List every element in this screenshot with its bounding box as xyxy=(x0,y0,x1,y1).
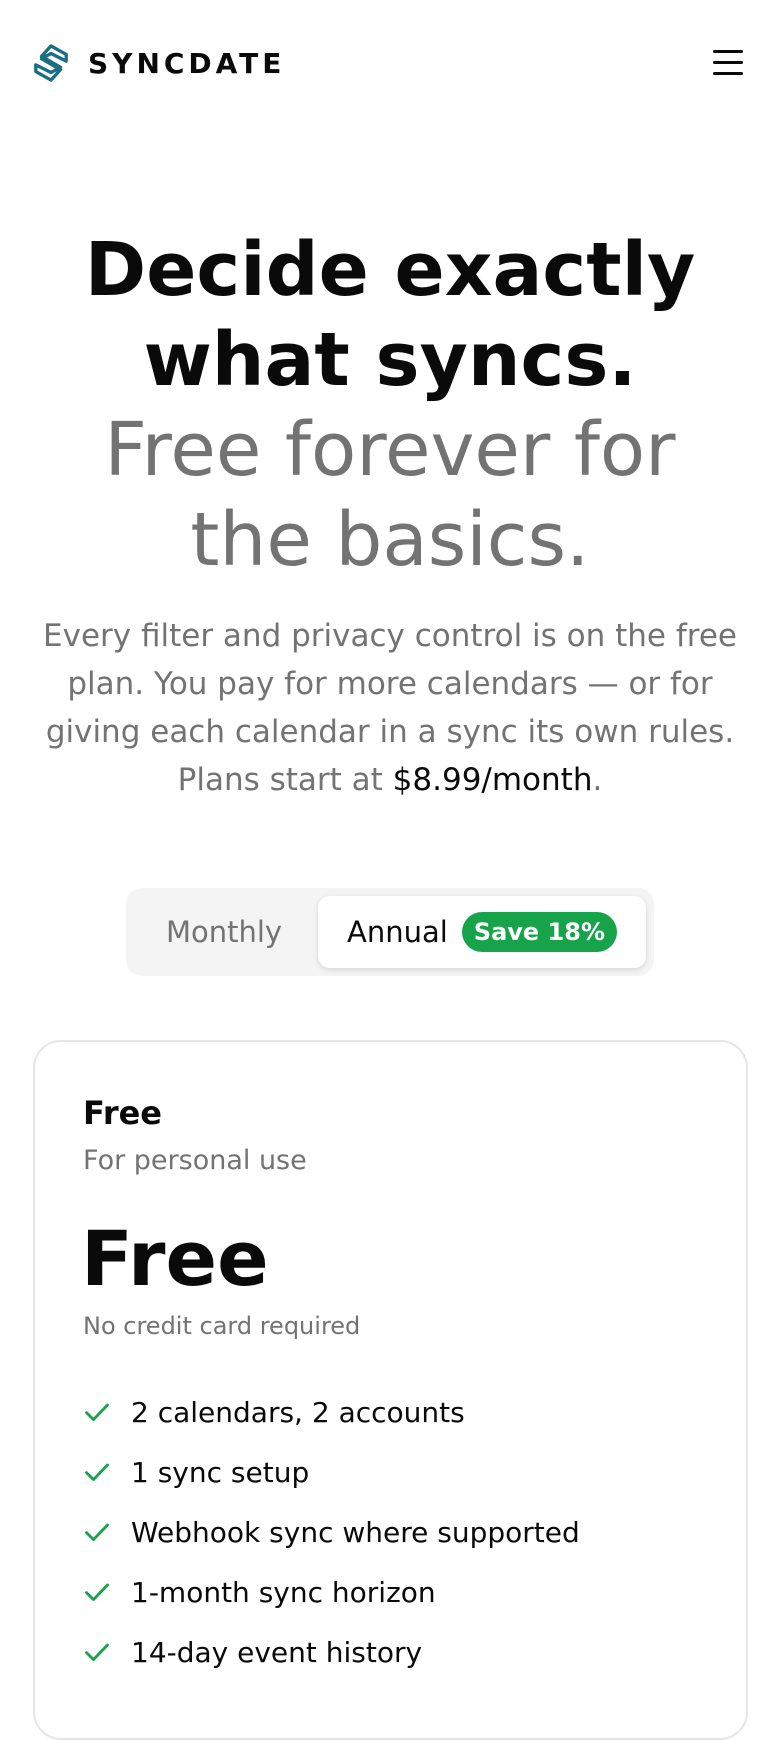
feature-item: 14-day event history xyxy=(83,1622,580,1682)
plan-name: Free xyxy=(83,1094,162,1132)
check-icon xyxy=(85,1643,109,1661)
syncdate-logo-icon xyxy=(34,44,68,82)
check-icon xyxy=(85,1583,109,1601)
monthly-label: Monthly xyxy=(165,915,283,949)
plan-note: No credit card required xyxy=(83,1312,361,1340)
feature-item: 2 calendars, 2 accounts xyxy=(83,1382,580,1442)
intro-price: $8.99/month xyxy=(392,762,593,798)
plan-price: Free xyxy=(81,1214,269,1303)
brand-name: SYNCDATE xyxy=(88,46,286,80)
feature-item: Webhook sync where supported xyxy=(83,1502,580,1562)
intro-paragraph: Every filter and privacy control is on t… xyxy=(40,612,740,804)
feature-text: 2 calendars, 2 accounts xyxy=(131,1395,465,1429)
intro-end: . xyxy=(592,762,603,798)
feature-text: Webhook sync where supported xyxy=(131,1515,580,1549)
free-plan-card: Free For personal use Free No credit car… xyxy=(33,1040,748,1740)
page-subheadline: Free forever for the basics. xyxy=(104,407,676,583)
intro-text: Every filter and privacy control is on t… xyxy=(43,618,737,798)
check-icon xyxy=(85,1403,109,1421)
billing-period-toggle: Monthly Annual Save 18% xyxy=(126,888,654,976)
brand-logo[interactable]: SYNCDATE xyxy=(32,44,285,82)
feature-item: 1 sync setup xyxy=(83,1442,580,1502)
plan-description: For personal use xyxy=(83,1145,307,1176)
site-header: SYNCDATE xyxy=(0,0,780,128)
feature-text: 14-day event history xyxy=(131,1635,423,1669)
hamburger-menu-icon[interactable] xyxy=(710,46,746,80)
feature-item: 1-month sync horizon xyxy=(83,1562,580,1622)
page-headline: Decide exactly what syncs. xyxy=(84,227,696,403)
hero-section: Decide exactly what syncs. Free forever … xyxy=(0,225,780,585)
check-icon xyxy=(85,1463,109,1481)
annual-toggle-button[interactable]: Annual Save 18% xyxy=(318,896,646,968)
feature-text: 1-month sync horizon xyxy=(131,1575,436,1609)
annual-label: Annual xyxy=(346,915,448,949)
feature-text: 1 sync setup xyxy=(131,1455,310,1489)
check-icon xyxy=(85,1523,109,1541)
monthly-toggle-button[interactable]: Monthly xyxy=(134,896,314,968)
save-badge: Save 18% xyxy=(461,912,617,952)
feature-list: 2 calendars, 2 accounts 1 sync setup Web… xyxy=(83,1382,580,1682)
